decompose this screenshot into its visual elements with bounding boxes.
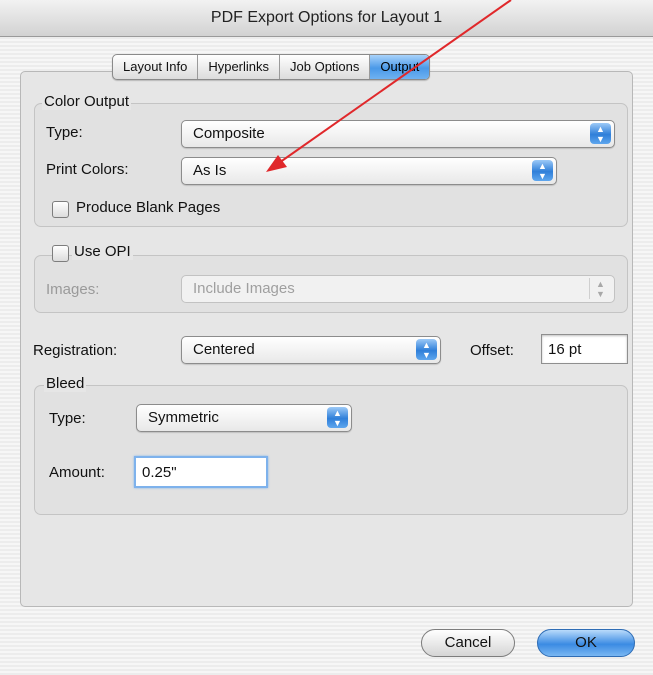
offset-label: Offset:	[470, 342, 514, 359]
amount-input[interactable]	[136, 458, 266, 486]
type-popup[interactable]: Composite ▲ ▼	[181, 120, 615, 148]
tab-bar: Layout Info Hyperlinks Job Options Outpu…	[112, 54, 431, 80]
color-output-title: Color Output	[42, 93, 132, 110]
blank-pages-label: Produce Blank Pages	[76, 199, 221, 216]
print-colors-value: As Is	[193, 162, 227, 179]
tab-hyperlinks[interactable]: Hyperlinks	[198, 55, 281, 79]
title-bar[interactable]: PDF Export Options for Layout 1	[0, 0, 653, 37]
use-opi-checkbox[interactable]	[52, 245, 69, 262]
tab-layout-info[interactable]: Layout Info	[113, 55, 199, 79]
images-value: Include Images	[193, 280, 295, 297]
images-label: Images:	[46, 281, 100, 298]
amount-label: Amount:	[49, 464, 105, 481]
tab-output[interactable]: Output	[370, 55, 430, 79]
ok-button[interactable]: OK	[537, 629, 635, 657]
window-title: PDF Export Options for Layout 1	[210, 9, 443, 26]
type-value: Composite	[193, 125, 265, 142]
print-colors-popup[interactable]: As Is ▲ ▼	[181, 157, 557, 185]
bleed-type-label: Type:	[49, 410, 86, 427]
popup-arrows-icon: ▲ ▼	[532, 160, 553, 181]
popup-arrows-icon: ▲ ▼	[416, 339, 437, 360]
popup-arrows-icon: ▲ ▼	[589, 278, 611, 299]
images-popup[interactable]: Include Images ▲ ▼	[181, 275, 615, 303]
registration-value: Centered	[193, 341, 255, 358]
print-colors-label: Print Colors:	[46, 161, 129, 178]
blank-pages-checkbox[interactable]	[52, 201, 69, 218]
dialog-window: PDF Export Options for Layout 1 Layout I…	[0, 0, 653, 675]
type-label: Type:	[46, 124, 83, 141]
bleed-type-value: Symmetric	[148, 409, 219, 426]
cancel-button[interactable]: Cancel	[421, 629, 515, 657]
offset-field[interactable]	[541, 334, 628, 364]
use-opi-label: Use OPI	[72, 243, 133, 260]
popup-arrows-icon: ▲ ▼	[590, 123, 611, 144]
offset-input[interactable]	[542, 335, 627, 363]
registration-popup[interactable]: Centered ▲ ▼	[181, 336, 441, 364]
registration-label: Registration:	[33, 342, 118, 359]
amount-field[interactable]	[134, 456, 268, 488]
bleed-title: Bleed	[44, 375, 87, 392]
bleed-type-popup[interactable]: Symmetric ▲ ▼	[136, 404, 352, 432]
tab-job-options[interactable]: Job Options	[280, 55, 371, 79]
popup-arrows-icon: ▲ ▼	[327, 407, 348, 428]
